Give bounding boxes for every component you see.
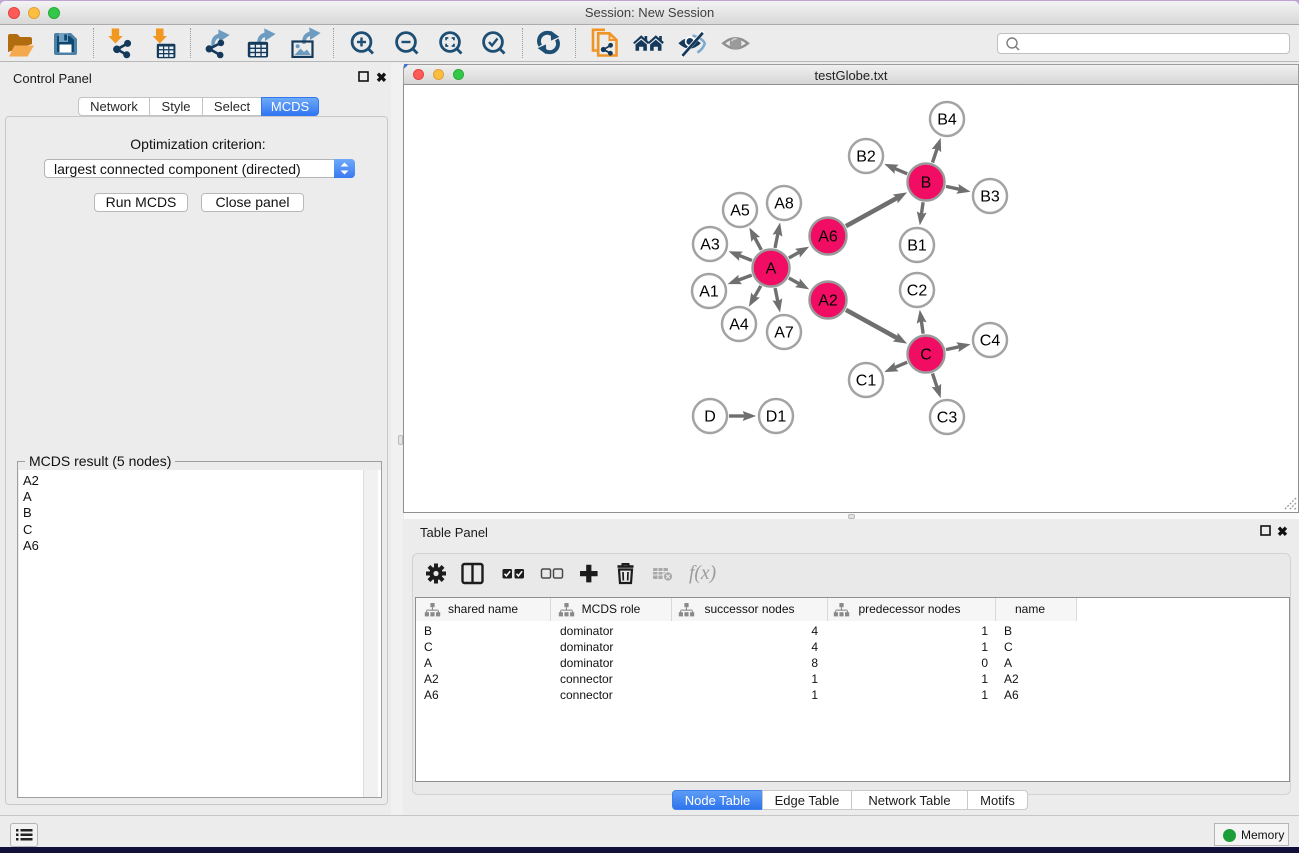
svg-text:A1: A1 [699, 284, 719, 301]
svg-text:f(x): f(x) [689, 563, 716, 584]
svg-text:D: D [704, 409, 716, 426]
svg-text:B3: B3 [980, 189, 1000, 206]
svg-text:A6: A6 [818, 229, 838, 246]
svg-text:A2: A2 [818, 293, 838, 310]
svg-text:A: A [766, 261, 777, 278]
svg-text:B2: B2 [856, 149, 876, 166]
svg-text:A3: A3 [700, 237, 720, 254]
svg-text:B1: B1 [907, 238, 927, 255]
svg-text:A4: A4 [729, 317, 749, 334]
svg-text:C2: C2 [907, 283, 928, 300]
svg-text:C1: C1 [856, 373, 877, 390]
svg-text:A7: A7 [774, 325, 794, 342]
svg-text:B: B [921, 175, 932, 192]
svg-text:A5: A5 [730, 203, 750, 220]
svg-text:D1: D1 [766, 409, 787, 426]
svg-text:C3: C3 [937, 410, 958, 427]
svg-text:C4: C4 [980, 333, 1001, 350]
svg-text:A8: A8 [774, 196, 794, 213]
svg-text:C: C [920, 347, 932, 364]
svg-text:B4: B4 [937, 112, 957, 129]
